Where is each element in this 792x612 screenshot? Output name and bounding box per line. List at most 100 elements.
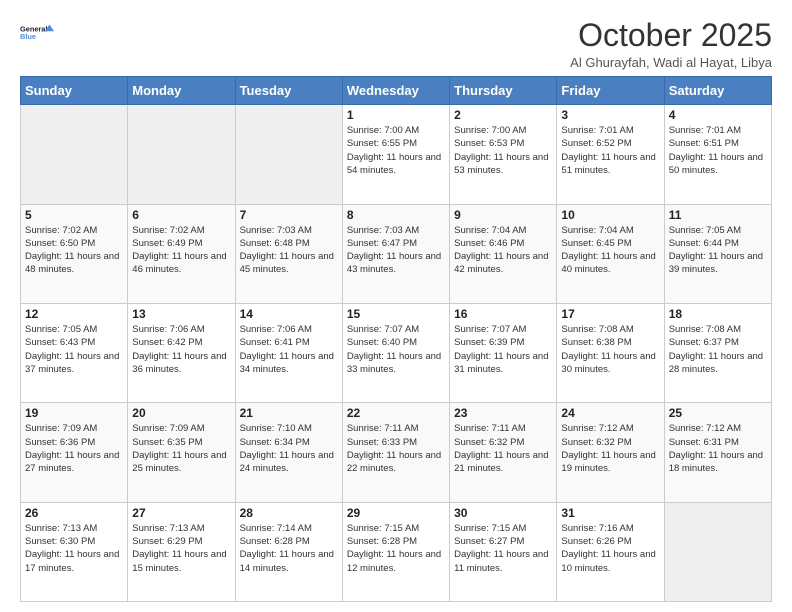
calendar-cell: 28 Sunrise: 7:14 AMSunset: 6:28 PMDaylig… [235,502,342,601]
day-number: 15 [347,307,445,321]
day-info: Sunrise: 7:04 AMSunset: 6:45 PMDaylight:… [561,224,659,277]
day-number: 1 [347,108,445,122]
day-number: 27 [132,506,230,520]
calendar-cell: 23 Sunrise: 7:11 AMSunset: 6:32 PMDaylig… [450,403,557,502]
calendar-cell [664,502,771,601]
day-number: 7 [240,208,338,222]
svg-text:Blue: Blue [20,32,36,41]
day-number: 22 [347,406,445,420]
calendar-cell: 15 Sunrise: 7:07 AMSunset: 6:40 PMDaylig… [342,303,449,402]
calendar-cell [128,105,235,204]
day-info: Sunrise: 7:01 AMSunset: 6:51 PMDaylight:… [669,124,767,177]
calendar-cell: 13 Sunrise: 7:06 AMSunset: 6:42 PMDaylig… [128,303,235,402]
calendar-cell: 29 Sunrise: 7:15 AMSunset: 6:28 PMDaylig… [342,502,449,601]
logo-svg: General Blue [20,18,54,48]
calendar-cell: 5 Sunrise: 7:02 AMSunset: 6:50 PMDayligh… [21,204,128,303]
day-info: Sunrise: 7:09 AMSunset: 6:36 PMDaylight:… [25,422,123,475]
calendar-cell: 14 Sunrise: 7:06 AMSunset: 6:41 PMDaylig… [235,303,342,402]
day-number: 25 [669,406,767,420]
calendar-cell: 30 Sunrise: 7:15 AMSunset: 6:27 PMDaylig… [450,502,557,601]
day-number: 8 [347,208,445,222]
calendar-cell: 31 Sunrise: 7:16 AMSunset: 6:26 PMDaylig… [557,502,664,601]
day-info: Sunrise: 7:03 AMSunset: 6:47 PMDaylight:… [347,224,445,277]
day-info: Sunrise: 7:02 AMSunset: 6:49 PMDaylight:… [132,224,230,277]
calendar-cell: 27 Sunrise: 7:13 AMSunset: 6:29 PMDaylig… [128,502,235,601]
calendar-cell: 26 Sunrise: 7:13 AMSunset: 6:30 PMDaylig… [21,502,128,601]
day-header-sunday: Sunday [21,77,128,105]
day-number: 29 [347,506,445,520]
day-info: Sunrise: 7:15 AMSunset: 6:27 PMDaylight:… [454,522,552,575]
day-number: 31 [561,506,659,520]
day-info: Sunrise: 7:07 AMSunset: 6:40 PMDaylight:… [347,323,445,376]
day-number: 9 [454,208,552,222]
calendar-week-3: 19 Sunrise: 7:09 AMSunset: 6:36 PMDaylig… [21,403,772,502]
day-number: 6 [132,208,230,222]
day-number: 23 [454,406,552,420]
calendar-cell: 8 Sunrise: 7:03 AMSunset: 6:47 PMDayligh… [342,204,449,303]
day-info: Sunrise: 7:11 AMSunset: 6:32 PMDaylight:… [454,422,552,475]
calendar-cell: 22 Sunrise: 7:11 AMSunset: 6:33 PMDaylig… [342,403,449,502]
day-number: 11 [669,208,767,222]
day-number: 16 [454,307,552,321]
calendar-week-2: 12 Sunrise: 7:05 AMSunset: 6:43 PMDaylig… [21,303,772,402]
day-info: Sunrise: 7:11 AMSunset: 6:33 PMDaylight:… [347,422,445,475]
day-number: 2 [454,108,552,122]
day-number: 18 [669,307,767,321]
day-info: Sunrise: 7:10 AMSunset: 6:34 PMDaylight:… [240,422,338,475]
day-info: Sunrise: 7:14 AMSunset: 6:28 PMDaylight:… [240,522,338,575]
day-info: Sunrise: 7:00 AMSunset: 6:55 PMDaylight:… [347,124,445,177]
calendar-week-4: 26 Sunrise: 7:13 AMSunset: 6:30 PMDaylig… [21,502,772,601]
calendar-cell: 10 Sunrise: 7:04 AMSunset: 6:45 PMDaylig… [557,204,664,303]
calendar-cell [235,105,342,204]
day-number: 4 [669,108,767,122]
calendar-week-1: 5 Sunrise: 7:02 AMSunset: 6:50 PMDayligh… [21,204,772,303]
calendar-cell: 12 Sunrise: 7:05 AMSunset: 6:43 PMDaylig… [21,303,128,402]
calendar-cell: 19 Sunrise: 7:09 AMSunset: 6:36 PMDaylig… [21,403,128,502]
calendar-cell: 16 Sunrise: 7:07 AMSunset: 6:39 PMDaylig… [450,303,557,402]
day-header-tuesday: Tuesday [235,77,342,105]
calendar-cell: 17 Sunrise: 7:08 AMSunset: 6:38 PMDaylig… [557,303,664,402]
day-number: 14 [240,307,338,321]
day-header-monday: Monday [128,77,235,105]
calendar-cell: 11 Sunrise: 7:05 AMSunset: 6:44 PMDaylig… [664,204,771,303]
calendar-cell: 1 Sunrise: 7:00 AMSunset: 6:55 PMDayligh… [342,105,449,204]
day-number: 17 [561,307,659,321]
day-info: Sunrise: 7:13 AMSunset: 6:29 PMDaylight:… [132,522,230,575]
day-info: Sunrise: 7:01 AMSunset: 6:52 PMDaylight:… [561,124,659,177]
calendar-table: SundayMondayTuesdayWednesdayThursdayFrid… [20,76,772,602]
subtitle: Al Ghurayfah, Wadi al Hayat, Libya [570,55,772,70]
day-info: Sunrise: 7:05 AMSunset: 6:43 PMDaylight:… [25,323,123,376]
day-info: Sunrise: 7:16 AMSunset: 6:26 PMDaylight:… [561,522,659,575]
day-number: 24 [561,406,659,420]
day-number: 13 [132,307,230,321]
day-info: Sunrise: 7:06 AMSunset: 6:42 PMDaylight:… [132,323,230,376]
day-number: 30 [454,506,552,520]
calendar-week-0: 1 Sunrise: 7:00 AMSunset: 6:55 PMDayligh… [21,105,772,204]
day-info: Sunrise: 7:05 AMSunset: 6:44 PMDaylight:… [669,224,767,277]
calendar-cell: 24 Sunrise: 7:12 AMSunset: 6:32 PMDaylig… [557,403,664,502]
day-header-saturday: Saturday [664,77,771,105]
calendar-header-row: SundayMondayTuesdayWednesdayThursdayFrid… [21,77,772,105]
day-number: 20 [132,406,230,420]
day-number: 19 [25,406,123,420]
day-number: 3 [561,108,659,122]
calendar-cell: 21 Sunrise: 7:10 AMSunset: 6:34 PMDaylig… [235,403,342,502]
day-info: Sunrise: 7:12 AMSunset: 6:31 PMDaylight:… [669,422,767,475]
day-info: Sunrise: 7:09 AMSunset: 6:35 PMDaylight:… [132,422,230,475]
day-number: 21 [240,406,338,420]
day-number: 12 [25,307,123,321]
calendar-cell: 25 Sunrise: 7:12 AMSunset: 6:31 PMDaylig… [664,403,771,502]
day-info: Sunrise: 7:13 AMSunset: 6:30 PMDaylight:… [25,522,123,575]
month-title: October 2025 [570,18,772,53]
day-info: Sunrise: 7:12 AMSunset: 6:32 PMDaylight:… [561,422,659,475]
day-number: 28 [240,506,338,520]
day-header-friday: Friday [557,77,664,105]
calendar-cell: 9 Sunrise: 7:04 AMSunset: 6:46 PMDayligh… [450,204,557,303]
calendar-cell: 7 Sunrise: 7:03 AMSunset: 6:48 PMDayligh… [235,204,342,303]
calendar-cell: 4 Sunrise: 7:01 AMSunset: 6:51 PMDayligh… [664,105,771,204]
calendar-cell [21,105,128,204]
calendar-cell: 20 Sunrise: 7:09 AMSunset: 6:35 PMDaylig… [128,403,235,502]
day-info: Sunrise: 7:04 AMSunset: 6:46 PMDaylight:… [454,224,552,277]
header: General Blue October 2025 Al Ghurayfah, … [20,18,772,70]
day-info: Sunrise: 7:02 AMSunset: 6:50 PMDaylight:… [25,224,123,277]
